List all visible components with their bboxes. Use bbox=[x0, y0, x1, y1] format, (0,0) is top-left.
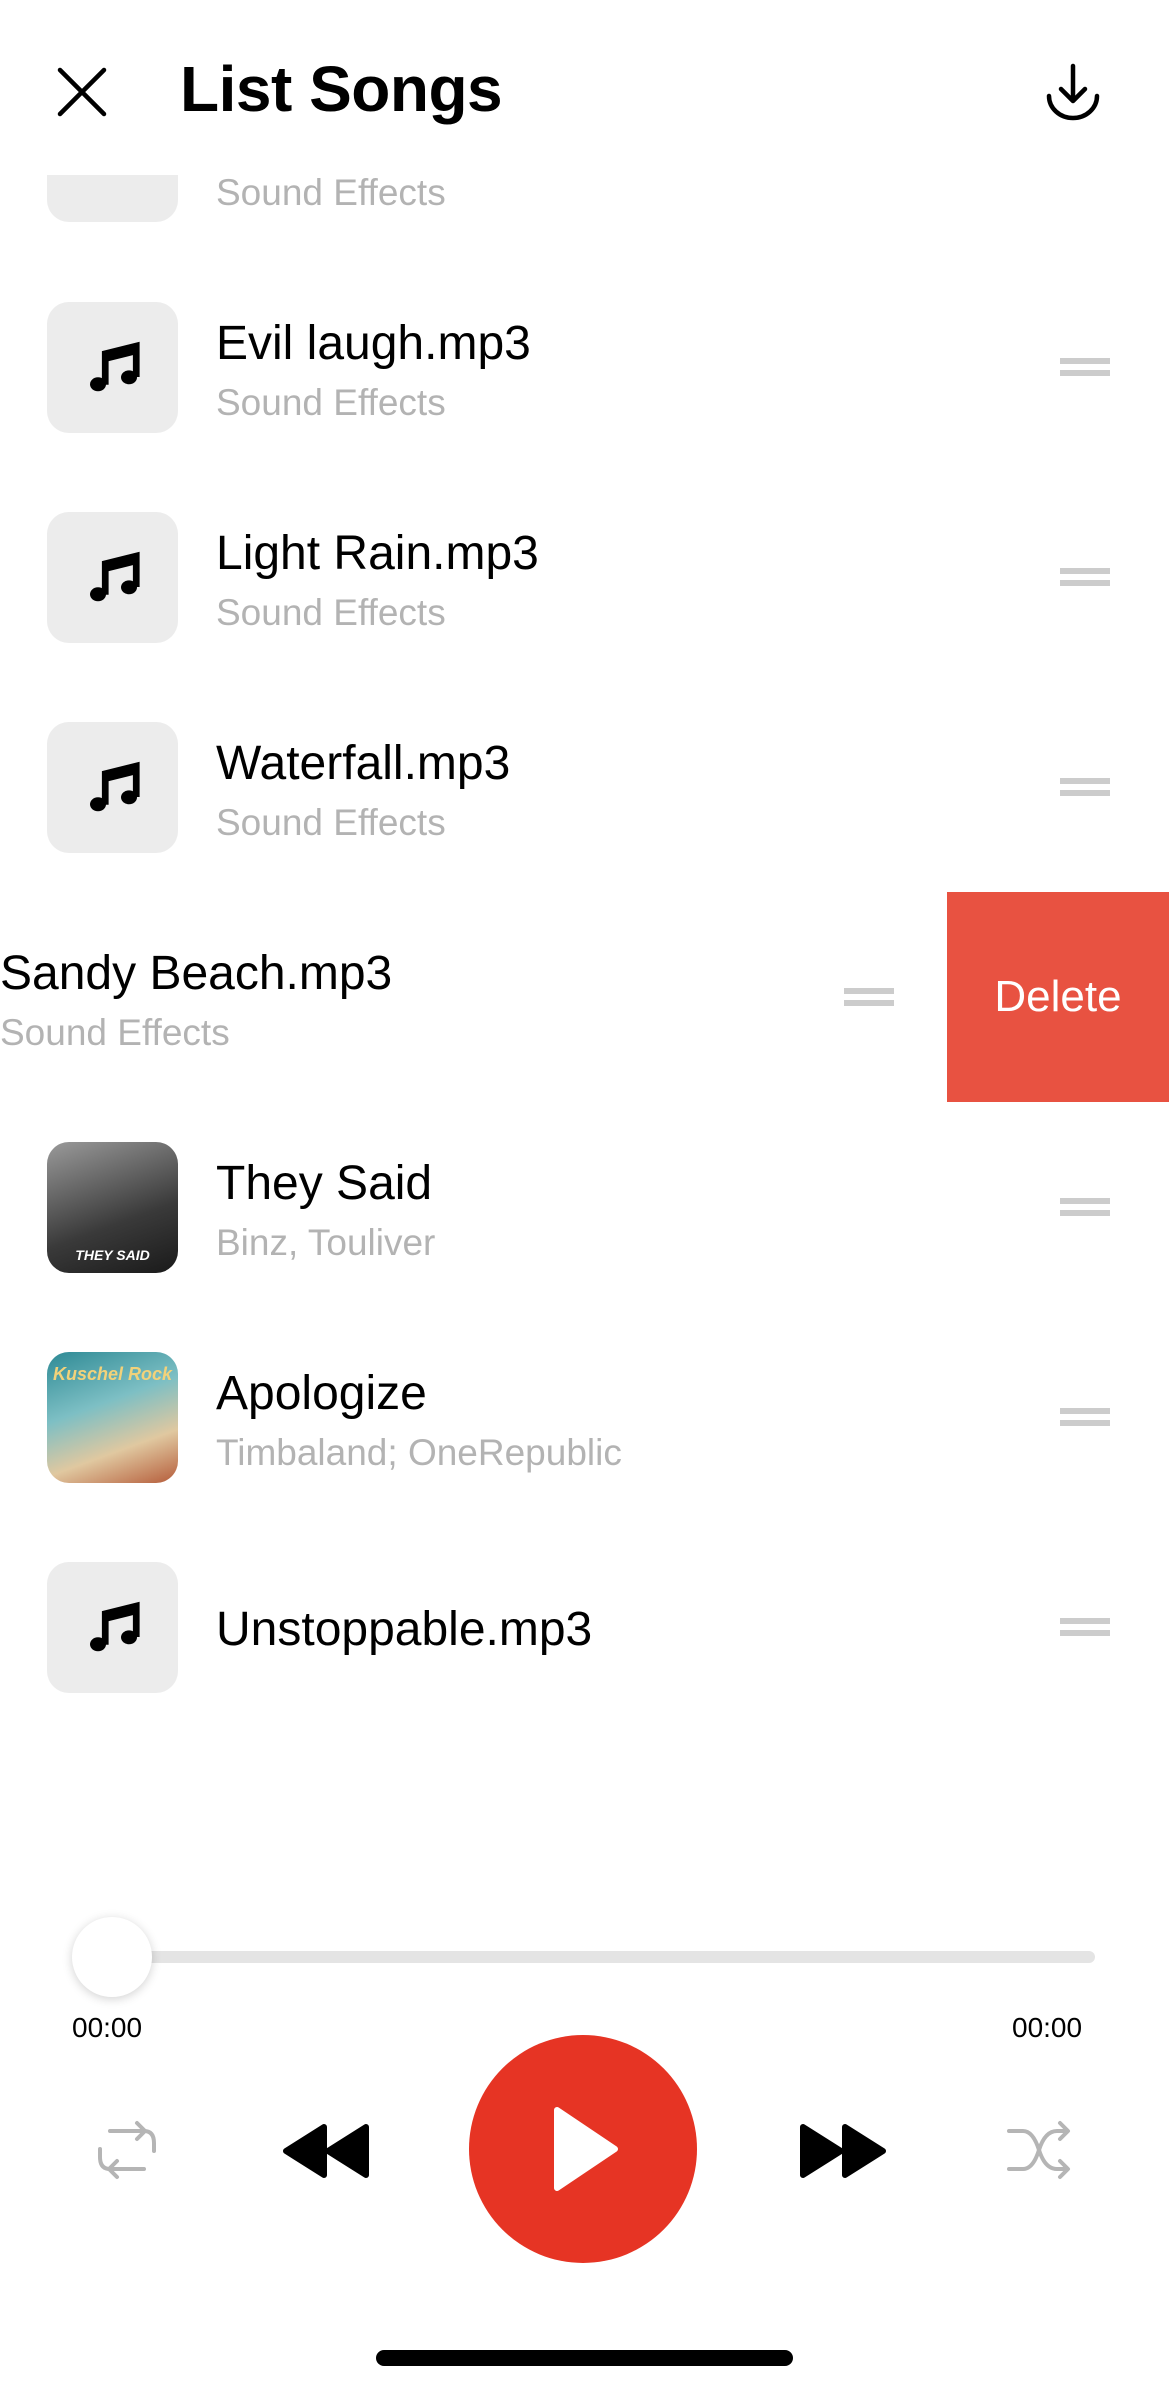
song-subtitle: Sound Effects bbox=[216, 382, 446, 423]
previous-button[interactable] bbox=[278, 2123, 374, 2184]
thumbnail bbox=[47, 302, 178, 433]
song-list: Sound Effects Evil laugh.mp3 Sound Effec… bbox=[0, 0, 1169, 1760]
song-subtitle: Sound Effects bbox=[216, 802, 446, 843]
music-note-icon bbox=[89, 341, 140, 391]
play-icon bbox=[554, 2107, 618, 2191]
thumbnail bbox=[47, 1562, 178, 1693]
album-art: Kuschel Rock bbox=[47, 1352, 178, 1483]
music-note-icon bbox=[89, 761, 140, 811]
song-subtitle: Sound Effects bbox=[216, 172, 446, 213]
previous-icon bbox=[283, 2124, 369, 2178]
album-art: THEY SAID bbox=[47, 1142, 178, 1273]
list-item[interactable]: Evil laugh.mp3 Sound Effects bbox=[0, 282, 1169, 452]
page-title: List Songs bbox=[180, 53, 503, 125]
list-item[interactable]: Waterfall.mp3 Sound Effects bbox=[0, 702, 1169, 872]
music-note-icon bbox=[89, 1601, 140, 1651]
download-button[interactable] bbox=[1040, 60, 1106, 126]
drag-handle-icon[interactable] bbox=[1060, 358, 1110, 378]
next-icon bbox=[800, 2124, 886, 2178]
album-art-text: THEY SAID bbox=[75, 1247, 150, 1263]
song-title: Unstoppable.mp3 bbox=[216, 1603, 593, 1656]
drag-handle-icon[interactable] bbox=[844, 988, 894, 1008]
drag-handle-icon[interactable] bbox=[1060, 1408, 1110, 1428]
thumbnail bbox=[47, 512, 178, 643]
shuffle-button[interactable] bbox=[1005, 2117, 1075, 2188]
drag-handle-icon[interactable] bbox=[1060, 1618, 1110, 1638]
progress-slider[interactable] bbox=[72, 1917, 1097, 1997]
song-title: Light Rain.mp3 bbox=[216, 527, 539, 580]
download-icon bbox=[1046, 63, 1100, 121]
close-icon bbox=[57, 67, 107, 117]
song-subtitle: Sound Effects bbox=[0, 1012, 230, 1053]
repeat-icon bbox=[98, 2121, 156, 2179]
song-subtitle: Timbaland; OneRepublic bbox=[216, 1432, 622, 1473]
song-title: Apologize bbox=[216, 1367, 427, 1420]
drag-handle-icon[interactable] bbox=[1060, 568, 1110, 588]
song-title: Evil laugh.mp3 bbox=[216, 317, 531, 370]
drag-handle-icon[interactable] bbox=[1060, 778, 1110, 798]
song-title: They Said bbox=[216, 1157, 433, 1210]
close-button[interactable] bbox=[52, 62, 112, 122]
repeat-button[interactable] bbox=[92, 2117, 162, 2188]
shuffle-icon bbox=[1007, 2121, 1070, 2179]
delete-button[interactable]: Delete bbox=[947, 892, 1169, 1102]
song-title: Sandy Beach.mp3 bbox=[0, 947, 393, 1000]
song-title: Waterfall.mp3 bbox=[216, 737, 511, 790]
list-item[interactable]: Kuschel Rock Apologize Timbaland; OneRep… bbox=[0, 1332, 1169, 1502]
home-indicator[interactable] bbox=[376, 2350, 793, 2366]
progress-track[interactable] bbox=[112, 1951, 1095, 1963]
next-button[interactable] bbox=[795, 2123, 891, 2184]
thumbnail bbox=[47, 722, 178, 853]
list-item[interactable]: THEY SAID They Said Binz, Touliver bbox=[0, 1122, 1169, 1292]
album-art-text: Kuschel Rock bbox=[52, 1364, 173, 1384]
list-item[interactable]: Unstoppable.mp3 bbox=[0, 1542, 1169, 1712]
song-subtitle: Sound Effects bbox=[216, 592, 446, 633]
drag-handle-icon[interactable] bbox=[1060, 1198, 1110, 1218]
song-subtitle: Binz, Touliver bbox=[216, 1222, 436, 1263]
music-note-icon bbox=[89, 551, 140, 601]
player-controls bbox=[0, 2035, 1169, 2265]
play-button[interactable] bbox=[469, 2035, 697, 2263]
list-item[interactable]: Light Rain.mp3 Sound Effects bbox=[0, 492, 1169, 662]
header: List Songs bbox=[0, 0, 1169, 175]
progress-thumb[interactable] bbox=[72, 1917, 152, 1997]
